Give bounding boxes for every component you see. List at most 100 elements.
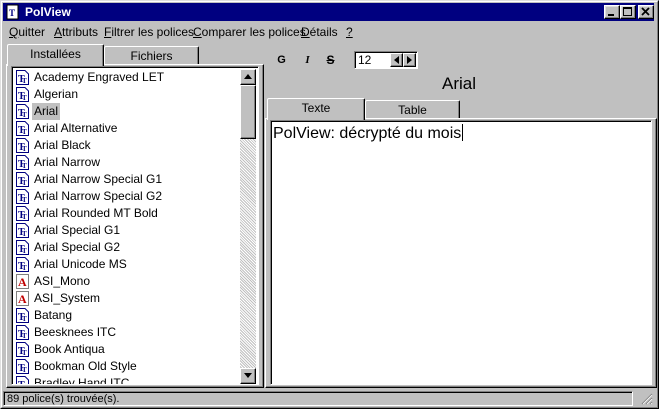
font-list-item[interactable]: T T Arial	[14, 103, 240, 120]
truetype-icon: TT	[16, 138, 29, 153]
window-title: PolView	[25, 5, 71, 19]
maximize-icon	[623, 7, 632, 16]
tab-texte[interactable]: Texte	[267, 98, 365, 120]
svg-text:T: T	[22, 230, 27, 238]
font-size-spinner[interactable]: 12	[354, 51, 418, 69]
truetype-icon: TT	[16, 257, 29, 272]
svg-text:A: A	[18, 275, 27, 289]
svg-text:T: T	[22, 162, 27, 170]
size-increase-button[interactable]	[403, 53, 416, 67]
font-name-label: Beesknees ITC	[34, 325, 117, 339]
font-list-item[interactable]: TT Bradley Hand ITC	[14, 375, 240, 384]
font-name-label: Arial Alternative	[34, 121, 118, 135]
minimize-button[interactable]	[604, 5, 620, 19]
font-name-label: Arial Black	[34, 138, 91, 152]
font-list-scrollbar[interactable]	[240, 69, 256, 384]
font-list-item[interactable]: T T Bookman Old Style	[14, 358, 240, 375]
menu-bar: Quitter Attributs Filtrer les polices Co…	[3, 22, 654, 41]
truetype-icon: TT	[16, 376, 29, 384]
svg-text:T: T	[22, 111, 27, 119]
truetype-icon: TT	[16, 155, 29, 170]
tab-fichiers-label: Fichiers	[130, 49, 173, 63]
truetype-icon: TT	[16, 342, 29, 357]
font-list-item[interactable]: A ASI_Mono	[14, 273, 240, 290]
app-icon: T	[6, 4, 19, 20]
svg-text:T: T	[9, 8, 15, 18]
preview-text: PolView: décrypté du mois	[273, 125, 462, 142]
font-name-label: Arial Special G1	[34, 223, 121, 237]
scroll-thumb[interactable]	[240, 85, 256, 139]
menu-filtrer[interactable]: Filtrer les polices	[104, 25, 194, 39]
font-list-item[interactable]: T T Academy Engraved LET	[14, 69, 240, 86]
close-button[interactable]	[638, 5, 654, 19]
arrow-right-icon	[407, 56, 412, 64]
arrow-down-icon	[244, 373, 252, 378]
strike-button[interactable]: S	[322, 52, 339, 68]
italic-button[interactable]: I	[299, 52, 316, 68]
svg-text:T: T	[22, 332, 27, 340]
raster-font-icon: A	[16, 274, 29, 289]
truetype-icon: TT	[16, 70, 29, 85]
menu-help[interactable]: ?	[346, 25, 353, 39]
arrow-up-icon	[244, 74, 252, 79]
font-list-item[interactable]: T T Beesknees ITC	[14, 324, 240, 341]
font-name-label: Arial Narrow Special G1	[34, 172, 163, 186]
font-list-item[interactable]: T T Arial Narrow Special G2	[14, 188, 240, 205]
preview-text-area[interactable]: PolView: décrypté du mois	[270, 120, 652, 385]
svg-text:T: T	[22, 213, 27, 221]
svg-text:T: T	[22, 349, 27, 357]
font-name-label: Arial Unicode MS	[34, 257, 127, 271]
font-name-label: ASI_System	[34, 291, 101, 305]
raster-font-icon: A	[16, 291, 29, 306]
svg-text:T: T	[22, 315, 27, 323]
menu-comparer[interactable]: Comparer les polices	[193, 25, 306, 39]
tab-installees-label: Installées	[30, 47, 81, 61]
svg-text:T: T	[22, 77, 27, 85]
font-list-item[interactable]: T T Arial Rounded MT Bold	[14, 205, 240, 222]
font-list-item[interactable]: T T Arial Narrow	[14, 154, 240, 171]
tab-table[interactable]: Table	[365, 100, 460, 120]
bold-button[interactable]: G	[273, 52, 290, 68]
font-list-item[interactable]: T T Arial Special G2	[14, 239, 240, 256]
truetype-icon: TT	[16, 308, 29, 323]
font-list-item[interactable]: T T Book Antiqua	[14, 341, 240, 358]
truetype-icon: TT	[16, 359, 29, 374]
svg-text:T: T	[22, 179, 27, 187]
status-text: 89 police(s) trouvée(s).	[3, 391, 633, 406]
scroll-down-button[interactable]	[240, 368, 256, 384]
truetype-icon: TT	[16, 121, 29, 136]
resize-grip-icon[interactable]	[641, 393, 653, 405]
maximize-button[interactable]	[620, 5, 636, 19]
menu-quitter[interactable]: Quitter	[9, 25, 45, 39]
font-name-label: Arial Rounded MT Bold	[34, 206, 158, 220]
font-list-item[interactable]: T T Arial Narrow Special G1	[14, 171, 240, 188]
menu-attributs[interactable]: Attributs	[54, 25, 98, 39]
font-list-item[interactable]: A ASI_System	[14, 290, 240, 307]
menu-details[interactable]: Détails	[301, 25, 338, 39]
truetype-icon: TT	[16, 104, 29, 119]
scroll-up-button[interactable]	[240, 69, 256, 85]
font-list-item[interactable]: T T Arial Black	[14, 137, 240, 154]
title-bar[interactable]: T PolView	[3, 3, 654, 21]
font-list-item[interactable]: T T Arial Special G1	[14, 222, 240, 239]
truetype-icon: TT	[16, 206, 29, 221]
svg-text:A: A	[18, 292, 27, 306]
text-caret	[462, 124, 464, 141]
font-list[interactable]: T T Academy Engraved LET T T Algerian T T Arial T…	[11, 66, 259, 385]
svg-text:T: T	[22, 145, 27, 153]
font-list-item[interactable]: T T Arial Unicode MS	[14, 256, 240, 273]
font-list-item[interactable]: T T Algerian	[14, 86, 240, 103]
font-list-item[interactable]: T T Batang	[14, 307, 240, 324]
tab-fichiers[interactable]: Fichiers	[104, 46, 199, 66]
app-window: T PolView Quitter Attributs Filtrer les …	[0, 0, 659, 409]
tab-installees[interactable]: Installées	[7, 44, 104, 66]
font-name-label: Batang	[34, 308, 73, 322]
svg-text:T: T	[22, 264, 27, 272]
truetype-icon: TT	[16, 172, 29, 187]
size-decrease-button[interactable]	[390, 53, 403, 67]
font-size-value[interactable]: 12	[358, 53, 371, 67]
truetype-icon: TT	[16, 240, 29, 255]
font-list-item[interactable]: T T Arial Alternative	[14, 120, 240, 137]
minimize-icon	[608, 14, 614, 16]
truetype-icon: TT	[16, 223, 29, 238]
